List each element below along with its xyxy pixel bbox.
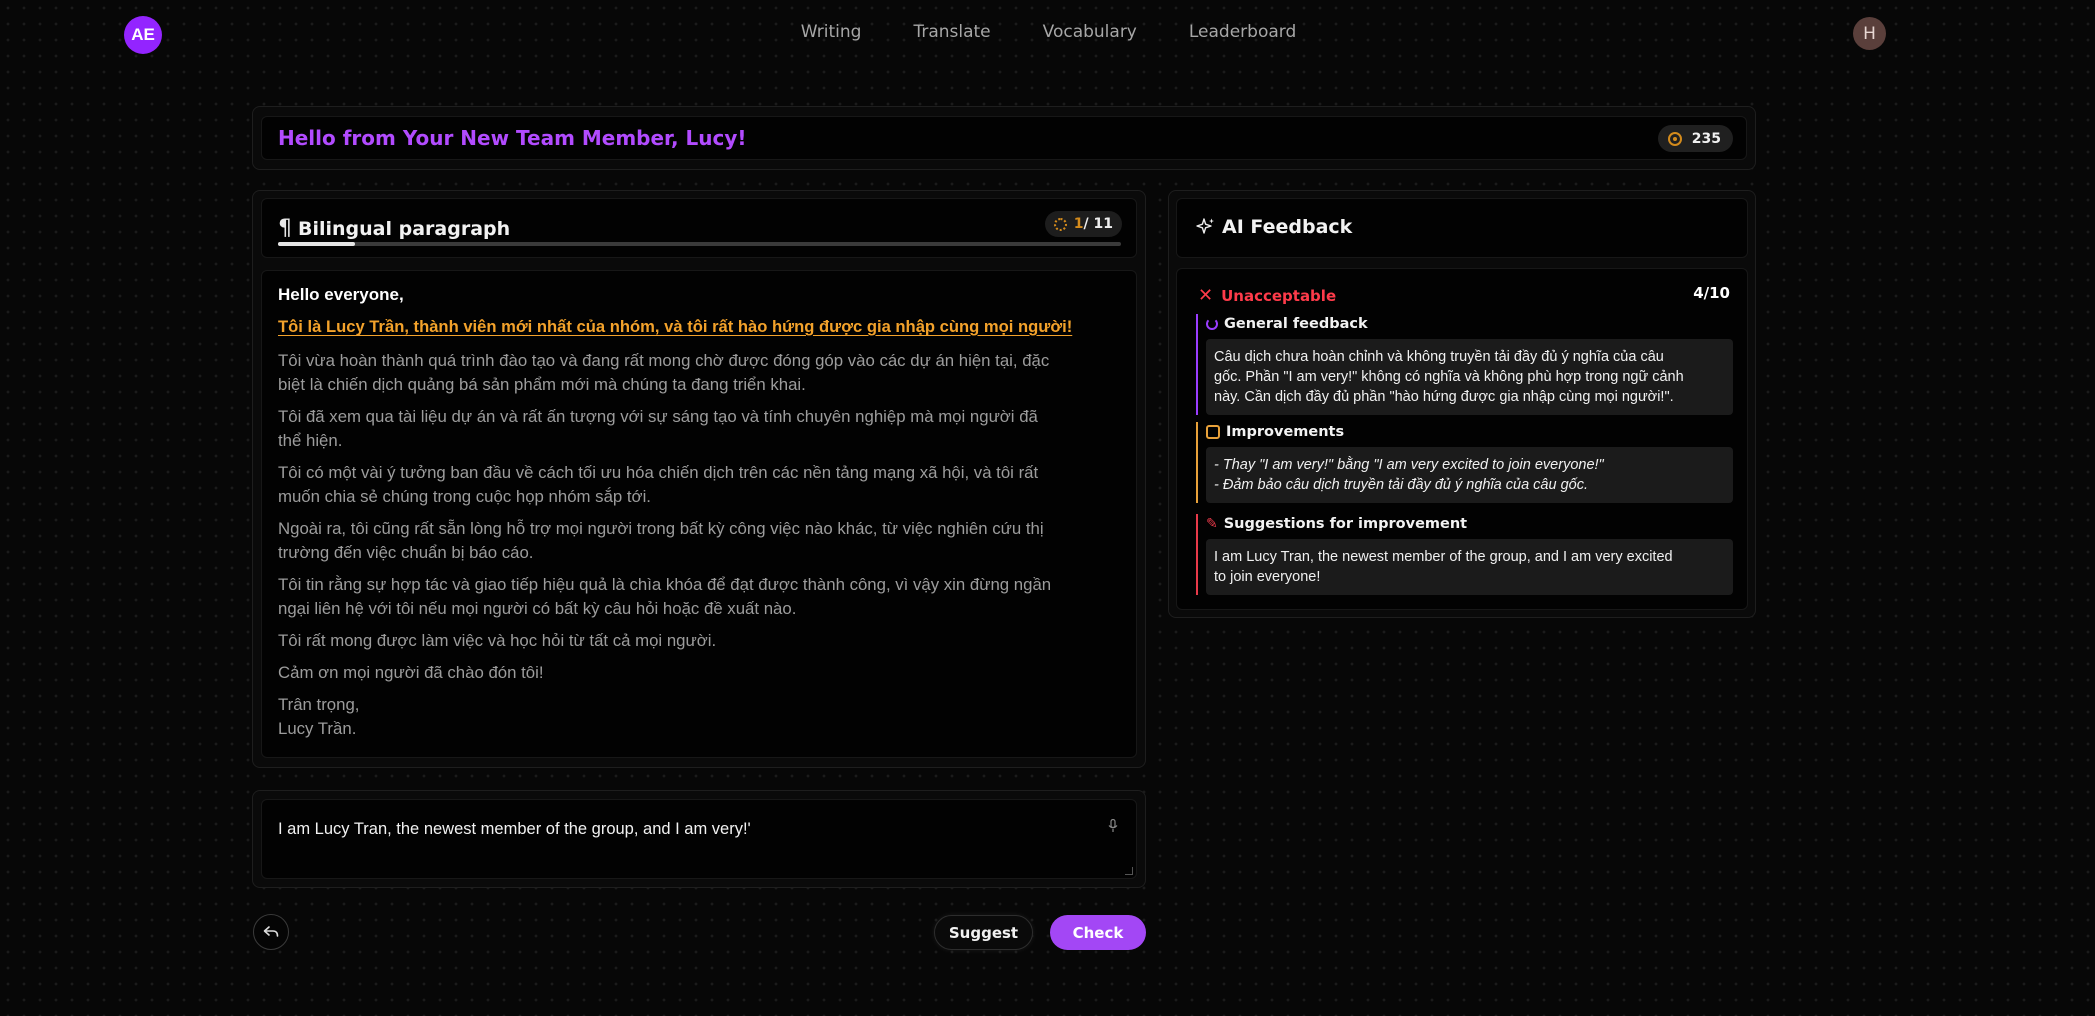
progress-badge: 1/ 11 bbox=[1044, 211, 1122, 237]
paragraph-line: Tôi có một vài ý tưởng ban đầu về cách t… bbox=[278, 463, 1039, 482]
paragraph-line: Tôi tin rằng sự hợp tác và giao tiếp hiệ… bbox=[278, 575, 1052, 594]
improvements-box: - Thay "I am very!" bằng "I am very exci… bbox=[1206, 447, 1733, 503]
improvements-section: Improvements - Thay "I am very!" bằng "I… bbox=[1196, 422, 1733, 503]
reply-icon bbox=[263, 926, 279, 937]
panel-title-text: Bilingual paragraph bbox=[298, 217, 511, 240]
general-feedback-line: gốc. Phần "I am very!" không có nghĩa và… bbox=[1214, 369, 1684, 385]
close-icon: ✕ bbox=[1198, 285, 1214, 306]
pen-icon: ✎ bbox=[1206, 516, 1218, 532]
verdict-text: Unacceptable bbox=[1221, 286, 1337, 305]
nav-leaderboard[interactable]: Leaderboard bbox=[1189, 22, 1296, 42]
nav-vocabulary[interactable]: Vocabulary bbox=[1043, 22, 1137, 42]
suggestion-line: I am Lucy Tran, the newest member of the… bbox=[1214, 549, 1673, 565]
general-feedback-box: Câu dịch chưa hoàn chỉnh và không truyền… bbox=[1206, 339, 1733, 415]
feedback-score: 4/10 bbox=[1693, 284, 1730, 302]
paragraph-line: muốn chia sẻ chúng trong cuộc họp nhóm s… bbox=[278, 487, 651, 506]
paragraph-item[interactable]: Cảm ơn mọi người đã chào đón tôi! bbox=[278, 661, 1123, 685]
suggestion-box: I am Lucy Tran, the newest member of the… bbox=[1206, 539, 1733, 595]
paragraph-line: Lucy Trần. bbox=[278, 719, 357, 738]
feedback-header: AI Feedback bbox=[1176, 198, 1748, 258]
loading-icon bbox=[1053, 217, 1067, 231]
active-sentence[interactable]: Tôi là Lucy Trần, thành viên mới nhất củ… bbox=[278, 317, 1123, 337]
profile-avatar[interactable]: H bbox=[1853, 17, 1886, 50]
panel-title: ¶ Bilingual paragraph bbox=[278, 216, 510, 241]
progress-track bbox=[278, 242, 1121, 246]
paragraph-item[interactable]: Tôi vừa hoàn thành quá trình đào tạo và … bbox=[278, 349, 1123, 397]
improvement-item: - Đảm bảo câu dịch truyền tải đầy đủ ý n… bbox=[1214, 477, 1588, 493]
paragraph-line: Tôi vừa hoàn thành quá trình đào tạo và … bbox=[278, 351, 1050, 370]
paragraph-header: ¶ Bilingual paragraph 1/ 11 bbox=[261, 198, 1137, 258]
paragraph-line: Ngoài ra, tôi cũng rất sẵn lòng hỗ trợ m… bbox=[278, 519, 1044, 538]
improvements-header: Improvements bbox=[1206, 422, 1733, 442]
paragraph-line: Tôi rất mong được làm việc và học hỏi từ… bbox=[278, 631, 717, 650]
paragraph-item[interactable]: Tôi đã xem qua tài liệu dự án và rất ấn … bbox=[278, 405, 1123, 453]
general-feedback-line: Câu dịch chưa hoàn chỉnh và không truyền… bbox=[1214, 349, 1664, 365]
paragraph-line: Tôi đã xem qua tài liệu dự án và rất ấn … bbox=[278, 407, 1038, 426]
progress-current: 1 bbox=[1073, 216, 1084, 232]
microphone-icon[interactable] bbox=[1108, 819, 1118, 833]
paragraph-line: ngại liên hệ với tôi nếu mọi người có bấ… bbox=[278, 599, 797, 618]
answer-text[interactable]: I am Lucy Tran, the newest member of the… bbox=[278, 820, 751, 839]
general-feedback-header: General feedback bbox=[1206, 314, 1733, 334]
paragraph-item[interactable]: Trân trọng, Lucy Trần. bbox=[278, 693, 1123, 741]
paragraph-line: Cảm ơn mọi người đã chào đón tôi! bbox=[278, 663, 544, 682]
nav-writing[interactable]: Writing bbox=[801, 22, 862, 42]
feedback-card: ✕ Unacceptable 4/10 General feedback Câu… bbox=[1176, 268, 1748, 610]
nav-translate[interactable]: Translate bbox=[913, 22, 990, 42]
pilcrow-icon: ¶ bbox=[278, 216, 292, 241]
translation-input[interactable]: I am Lucy Tran, the newest member of the… bbox=[261, 799, 1137, 879]
suggestion-line: to join everyone! bbox=[1214, 569, 1321, 585]
paragraph-line: biệt là chiến dịch quảng bá sản phẩm mới… bbox=[278, 375, 806, 394]
greeting-text: Hello everyone, bbox=[278, 285, 404, 304]
paragraph-line: thể hiện. bbox=[278, 431, 343, 450]
suggestions-header: ✎ Suggestions for improvement bbox=[1206, 514, 1733, 534]
back-button[interactable] bbox=[253, 914, 289, 950]
sparkle-icon bbox=[1196, 218, 1214, 234]
general-feedback-line: này. Cần dịch đầy đủ phần "hào hứng được… bbox=[1214, 389, 1674, 405]
title-card: Hello from Your New Team Member, Lucy! 2… bbox=[261, 116, 1747, 160]
score-badge: 235 bbox=[1657, 125, 1733, 152]
paragraph-item[interactable]: Tôi rất mong được làm việc và học hỏi từ… bbox=[278, 629, 1123, 653]
check-button[interactable]: Check bbox=[1050, 915, 1146, 950]
score-value: 235 bbox=[1691, 130, 1721, 147]
feedback-title: AI Feedback bbox=[1196, 216, 1352, 238]
suggestions-section: ✎ Suggestions for improvement I am Lucy … bbox=[1196, 514, 1733, 595]
main-nav: Writing Translate Vocabulary Leaderboard bbox=[0, 22, 2095, 42]
page-title: Hello from Your New Team Member, Lucy! bbox=[278, 126, 747, 150]
paragraph-line: trường đến việc chuẩn bị báo cáo. bbox=[278, 543, 534, 562]
paragraph-line: Trân trọng, bbox=[278, 695, 360, 714]
paragraph-item[interactable]: Tôi có một vài ý tưởng ban đầu về cách t… bbox=[278, 461, 1123, 509]
resize-handle[interactable] bbox=[1125, 867, 1133, 875]
improvement-item: - Thay "I am very!" bằng "I am very exci… bbox=[1214, 457, 1604, 473]
paragraph-list: Tôi vừa hoàn thành quá trình đào tạo và … bbox=[278, 349, 1123, 741]
paragraph-item[interactable]: Tôi tin rằng sự hợp tác và giao tiếp hiệ… bbox=[278, 573, 1123, 621]
paragraph-card: Hello everyone, Tôi là Lucy Trần, thành … bbox=[261, 270, 1137, 758]
progress-fill bbox=[278, 242, 355, 246]
paragraph-body: Hello everyone, Tôi là Lucy Trần, thành … bbox=[278, 285, 1123, 749]
refresh-icon bbox=[1206, 318, 1218, 330]
progress-total: / 11 bbox=[1083, 216, 1113, 232]
improvements-title: Improvements bbox=[1226, 424, 1345, 440]
general-feedback-section: General feedback Câu dịch chưa hoàn chỉn… bbox=[1196, 314, 1733, 415]
feedback-title-text: AI Feedback bbox=[1222, 216, 1353, 238]
improvement-icon bbox=[1206, 425, 1220, 439]
suggest-button[interactable]: Suggest bbox=[934, 915, 1033, 950]
verdict: ✕ Unacceptable bbox=[1198, 285, 1336, 306]
paragraph-item[interactable]: Ngoài ra, tôi cũng rất sẵn lòng hỗ trợ m… bbox=[278, 517, 1123, 565]
general-feedback-title: General feedback bbox=[1224, 316, 1368, 332]
coin-icon bbox=[1667, 131, 1682, 146]
suggestions-title: Suggestions for improvement bbox=[1223, 516, 1468, 532]
